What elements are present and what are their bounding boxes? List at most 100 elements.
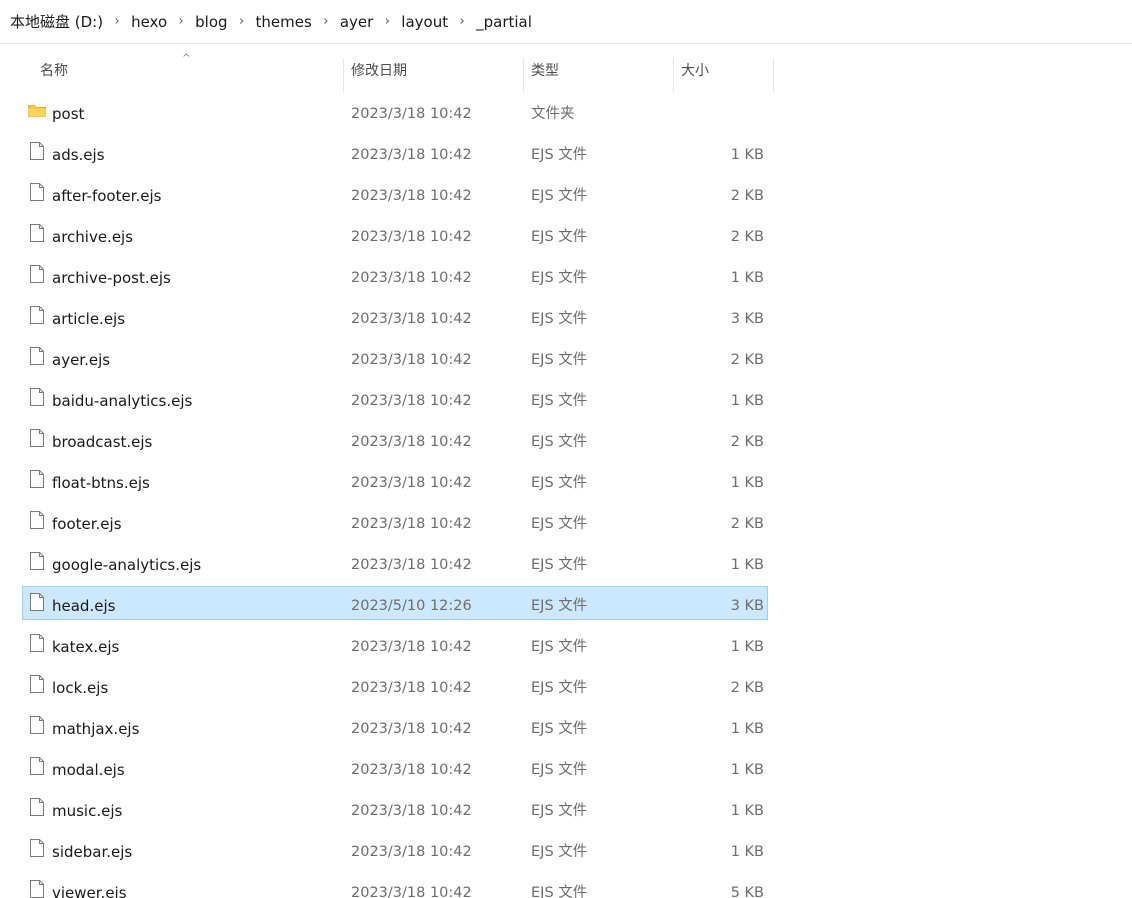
breadcrumb-item-partial[interactable]: _partial <box>475 13 533 31</box>
breadcrumb-item-blog[interactable]: blog <box>194 13 228 31</box>
file-name: music.ejs <box>52 802 123 820</box>
file-row[interactable]: after-footer.ejs 2023/3/18 10:42 EJS 文件 2 K… <box>22 176 768 210</box>
breadcrumb-item-layout[interactable]: layout <box>400 13 449 31</box>
file-icon <box>28 264 46 284</box>
file-row[interactable]: ads.ejs 2023/3/18 10:42 EJS 文件 1 KB <box>22 135 768 169</box>
file-size: 2 KB <box>730 229 764 245</box>
file-modified-date: 2023/3/18 10:42 <box>351 393 472 409</box>
column-header-name[interactable]: 名称 <box>40 50 68 90</box>
file-row[interactable]: mathjax.ejs 2023/3/18 10:42 EJS 文件 1 KB <box>22 709 768 743</box>
column-divider[interactable] <box>673 58 674 92</box>
column-divider[interactable] <box>343 58 344 92</box>
breadcrumb-item-hexo[interactable]: hexo <box>130 13 168 31</box>
breadcrumb-separator-icon[interactable]: › <box>168 14 194 29</box>
file-modified-date: 2023/3/18 10:42 <box>351 229 472 245</box>
file-type: EJS 文件 <box>531 270 588 286</box>
file-row[interactable]: music.ejs 2023/3/18 10:42 EJS 文件 1 KB <box>22 791 768 825</box>
file-modified-date: 2023/3/18 10:42 <box>351 147 472 163</box>
file-size: 1 KB <box>730 393 764 409</box>
file-size: 1 KB <box>730 270 764 286</box>
file-row[interactable]: ayer.ejs 2023/3/18 10:42 EJS 文件 2 KB <box>22 340 768 374</box>
file-icon <box>28 346 46 366</box>
file-size: 3 KB <box>730 598 764 614</box>
breadcrumb-separator-icon[interactable]: › <box>374 14 400 29</box>
file-icon <box>28 387 46 407</box>
file-modified-date: 2023/3/18 10:42 <box>351 106 472 122</box>
breadcrumb-separator-icon[interactable]: › <box>104 14 130 29</box>
file-row[interactable]: archive-post.ejs 2023/3/18 10:42 EJS 文件 1 K… <box>22 258 768 292</box>
file-name: post <box>52 105 85 123</box>
file-name: viewer.ejs <box>52 884 127 898</box>
breadcrumb[interactable]: 本地磁盘 (D:) › hexo › blog › themes › ayer … <box>0 0 1132 44</box>
file-icon <box>28 838 46 858</box>
file-icon <box>28 674 46 694</box>
file-row[interactable]: footer.ejs 2023/3/18 10:42 EJS 文件 2 KB <box>22 504 768 538</box>
file-size: 1 KB <box>730 762 764 778</box>
breadcrumb-separator-icon[interactable]: › <box>229 14 255 29</box>
file-type: EJS 文件 <box>531 803 588 819</box>
column-divider[interactable] <box>773 58 774 92</box>
file-row[interactable]: katex.ejs 2023/3/18 10:42 EJS 文件 1 KB <box>22 627 768 661</box>
file-modified-date: 2023/3/18 10:42 <box>351 475 472 491</box>
breadcrumb-item-drive[interactable]: 本地磁盘 (D:) <box>9 11 104 32</box>
file-name: head.ejs <box>52 597 116 615</box>
file-row[interactable]: viewer.ejs 2023/3/18 10:42 EJS 文件 5 KB <box>22 873 768 898</box>
file-icon <box>28 633 46 653</box>
file-row[interactable]: baidu-analytics.ejs 2023/3/18 10:42 EJS 文件… <box>22 381 768 415</box>
file-row[interactable]: archive.ejs 2023/3/18 10:42 EJS 文件 2 KB <box>22 217 768 251</box>
breadcrumb-separator-icon[interactable]: › <box>313 14 339 29</box>
file-modified-date: 2023/3/18 10:42 <box>351 311 472 327</box>
file-type: EJS 文件 <box>531 721 588 737</box>
file-row[interactable]: google-analytics.ejs 2023/3/18 10:42 EJS 文… <box>22 545 768 579</box>
file-row[interactable]: broadcast.ejs 2023/3/18 10:42 EJS 文件 2 KB <box>22 422 768 456</box>
file-row[interactable]: lock.ejs 2023/3/18 10:42 EJS 文件 2 KB <box>22 668 768 702</box>
file-row[interactable]: modal.ejs 2023/3/18 10:42 EJS 文件 1 KB <box>22 750 768 784</box>
column-header-date[interactable]: 修改日期 <box>351 50 407 90</box>
file-type: EJS 文件 <box>531 393 588 409</box>
file-type: EJS 文件 <box>531 762 588 778</box>
file-size: 3 KB <box>730 311 764 327</box>
file-type: EJS 文件 <box>531 680 588 696</box>
column-header-size[interactable]: 大小 <box>681 50 709 90</box>
file-row[interactable]: head.ejs 2023/5/10 12:26 EJS 文件 3 KB <box>22 586 768 620</box>
file-name: baidu-analytics.ejs <box>52 392 193 410</box>
file-type: EJS 文件 <box>531 434 588 450</box>
file-name: broadcast.ejs <box>52 433 153 451</box>
file-row[interactable]: post 2023/3/18 10:42 文件夹 <box>22 94 768 128</box>
file-row[interactable]: article.ejs 2023/3/18 10:42 EJS 文件 3 KB <box>22 299 768 333</box>
file-modified-date: 2023/3/18 10:42 <box>351 188 472 204</box>
file-name: archive.ejs <box>52 228 134 246</box>
file-type: EJS 文件 <box>531 475 588 491</box>
file-name: archive-post.ejs <box>52 269 171 287</box>
file-modified-date: 2023/3/18 10:42 <box>351 352 472 368</box>
file-modified-date: 2023/3/18 10:42 <box>351 680 472 696</box>
file-type: EJS 文件 <box>531 885 588 898</box>
breadcrumb-item-themes[interactable]: themes <box>255 13 313 31</box>
column-header-type[interactable]: 类型 <box>531 50 559 90</box>
file-icon <box>28 592 46 612</box>
file-explorer: 本地磁盘 (D:) › hexo › blog › themes › ayer … <box>0 0 1132 898</box>
file-size: 1 KB <box>730 803 764 819</box>
file-icon <box>28 879 46 898</box>
breadcrumb-separator-icon[interactable]: › <box>449 14 475 29</box>
file-size: 2 KB <box>730 680 764 696</box>
file-row[interactable]: float-btns.ejs 2023/3/18 10:42 EJS 文件 1 KB <box>22 463 768 497</box>
file-name: lock.ejs <box>52 679 109 697</box>
file-name: footer.ejs <box>52 515 122 533</box>
file-type: EJS 文件 <box>531 188 588 204</box>
file-icon <box>28 223 46 243</box>
file-row[interactable]: sidebar.ejs 2023/3/18 10:42 EJS 文件 1 KB <box>22 832 768 866</box>
file-modified-date: 2023/5/10 12:26 <box>351 598 472 614</box>
file-icon <box>28 141 46 161</box>
file-type: EJS 文件 <box>531 229 588 245</box>
file-type: EJS 文件 <box>531 598 588 614</box>
column-divider[interactable] <box>523 58 524 92</box>
file-name: ayer.ejs <box>52 351 111 369</box>
file-type: EJS 文件 <box>531 844 588 860</box>
folder-icon <box>28 100 46 120</box>
sort-ascending-icon: ^ <box>182 53 191 64</box>
breadcrumb-item-ayer[interactable]: ayer <box>339 13 374 31</box>
file-modified-date: 2023/3/18 10:42 <box>351 721 472 737</box>
file-icon <box>28 551 46 571</box>
file-modified-date: 2023/3/18 10:42 <box>351 516 472 532</box>
